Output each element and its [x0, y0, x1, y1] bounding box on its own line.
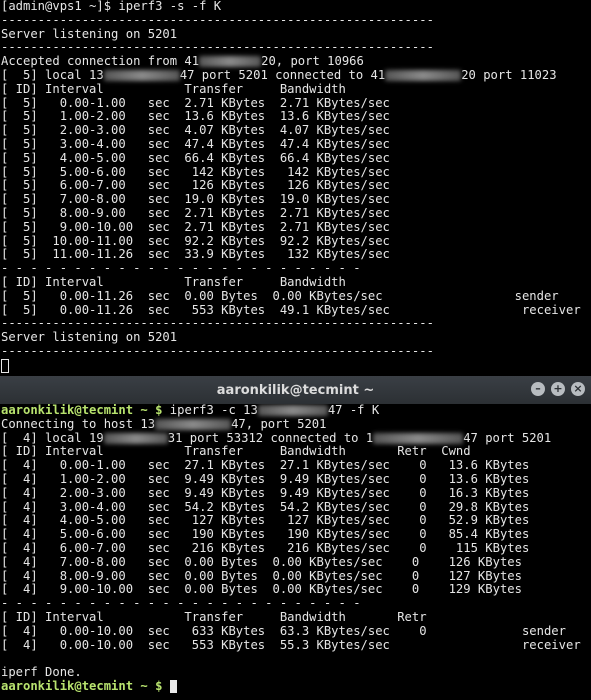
server-command: iperf3 -s -f K [118, 0, 222, 13]
summary-row: [ 5] 0.00-11.26 sec 0.00 Bytes 0.00 KByt… [1, 288, 559, 303]
accepted-connection-line: Accepted connection from 41 20, port 1096… [1, 54, 364, 69]
divider: ----------------------------------------… [1, 316, 434, 331]
client-prompt-user: aaronkilik@tecmint [1, 404, 134, 417]
close-button[interactable]: × [571, 382, 585, 396]
table-row: [ 5] 6.00-7.00 sec 126 KBytes 126 KBytes… [1, 178, 390, 193]
server-prompt: [admin@vps1 ~]$ [1, 0, 119, 13]
divider: ----------------------------------------… [1, 40, 434, 55]
table-row: [ 4] 7.00-8.00 sec 0.00 Bytes 0.00 KByte… [1, 554, 522, 569]
divider: ----------------------------------------… [1, 12, 434, 27]
listening-text: Server listening on 5201 [1, 26, 178, 41]
minimize-button[interactable]: – [531, 382, 545, 396]
cursor-line [0, 358, 591, 373]
summary-row: [ 4] 0.00-10.00 sec 633 KBytes 63.3 KByt… [1, 623, 566, 638]
summary-row: [ 5] 0.00-11.26 sec 553 KBytes 49.1 KByt… [1, 302, 581, 317]
summary-header: [ ID] Interval Transfer Bandwidth Retr [1, 609, 427, 624]
table-row: [ 5] 1.00-2.00 sec 13.6 KBytes 13.6 KByt… [1, 109, 390, 124]
final-prompt-line: aaronkilik@tecmint ~ $ [0, 678, 591, 694]
redacted-ip [103, 432, 168, 444]
table-row: [ 5] 8.00-9.00 sec 2.71 KBytes 2.71 KByt… [1, 205, 390, 220]
local-connection-line: [ 4] local 19 31 port 53312 connected to … [1, 430, 552, 445]
window-title: aaronkilik@tecmint ~ [216, 382, 375, 398]
connecting-line: Connecting to host 13 47, port 5201 [1, 416, 327, 431]
table-row: [ 5] 9.00-10.00 sec 2.71 KBytes 2.71 KBy… [1, 219, 390, 234]
redacted-ip [155, 418, 232, 430]
text-cursor [1, 358, 9, 373]
table-row: [ 5] 10.00-11.00 sec 92.2 KBytes 92.2 KB… [1, 233, 390, 248]
table-row: [ 4] 9.00-10.00 sec 0.00 Bytes 0.00 KByt… [1, 582, 522, 597]
redacted-ip [385, 69, 462, 81]
client-window-titlebar[interactable]: aaronkilik@tecmint ~ – + × [0, 376, 591, 404]
table-row: [ 4] 2.00-3.00 sec 9.49 KBytes 9.49 KByt… [1, 485, 530, 500]
table-row: [ 5] 5.00-6.00 sec 142 KBytes 142 KBytes… [1, 164, 390, 179]
client-prompt-user: aaronkilik@tecmint [1, 678, 134, 693]
listening-text: Server listening on 5201 [1, 330, 178, 345]
table-row: [ 5] 7.00-8.00 sec 19.0 KBytes 19.0 KByt… [1, 192, 390, 207]
redacted-ip [373, 432, 464, 444]
redacted-ip [257, 405, 328, 416]
maximize-button[interactable]: + [551, 382, 565, 396]
table-row: [ 5] 0.00-1.00 sec 2.71 KBytes 2.71 KByt… [1, 95, 390, 110]
table-row: [ 4] 6.00-7.00 sec 216 KBytes 216 KBytes… [1, 540, 530, 555]
server-terminal[interactable]: [admin@vps1 ~]$ iperf3 -s -f K ---------… [0, 0, 591, 376]
table-row: [ 4] 1.00-2.00 sec 9.49 KBytes 9.49 KByt… [1, 471, 530, 486]
server-command-line: [admin@vps1 ~]$ iperf3 -s -f K [0, 0, 591, 14]
table-row: [ 4] 4.00-5.00 sec 127 KBytes 127 KBytes… [1, 513, 530, 528]
text-cursor [169, 679, 177, 693]
table-row: [ 5] 3.00-4.00 sec 47.4 KBytes 47.4 KByt… [1, 136, 390, 151]
table-row: [ 4] 5.00-6.00 sec 190 KBytes 190 KBytes… [1, 527, 530, 542]
table-row: [ 4] 0.00-1.00 sec 27.1 KBytes 27.1 KByt… [1, 458, 530, 473]
table-row: [ 5] 11.00-11.26 sec 33.9 KBytes 132 KBy… [1, 247, 390, 262]
table-header: [ ID] Interval Transfer Bandwidth Retr C… [1, 444, 471, 459]
table-row: [ 5] 4.00-5.00 sec 66.4 KBytes 66.4 KByt… [1, 150, 390, 165]
client-command-line: aaronkilik@tecmint ~ $ iperf3 -c 13 47 -f… [1, 404, 380, 417]
redacted-ip [103, 69, 180, 81]
table-row: [ 5] 2.00-3.00 sec 4.07 KBytes 4.07 KByt… [1, 123, 390, 138]
done-line: iperf Done. [1, 665, 82, 680]
summary-header: [ ID] Interval Transfer Bandwidth [1, 274, 346, 289]
local-connection-line: [ 5] local 13 47 port 5201 connected to 4… [1, 67, 557, 82]
table-row: [ 4] 3.00-4.00 sec 54.2 KBytes 54.2 KByt… [1, 499, 530, 514]
dash-divider: - - - - - - - - - - - - - - - - - - - - … [1, 596, 361, 611]
dash-divider: - - - - - - - - - - - - - - - - - - - - … [1, 261, 361, 276]
table-header: [ ID] Interval Transfer Bandwidth [1, 81, 346, 96]
client-prompt-suffix: ~ $ [133, 678, 170, 693]
divider: ----------------------------------------… [1, 343, 434, 358]
summary-row: [ 4] 0.00-10.00 sec 553 KBytes 55.3 KByt… [1, 637, 581, 652]
client-terminal[interactable]: aaronkilik@tecmint ~ $ iperf3 -c 13 47 -f… [0, 404, 591, 700]
redacted-ip [199, 56, 262, 68]
client-prompt-suffix: ~ $ [133, 404, 170, 417]
table-row: [ 4] 8.00-9.00 sec 0.00 Bytes 0.00 KByte… [1, 568, 522, 583]
